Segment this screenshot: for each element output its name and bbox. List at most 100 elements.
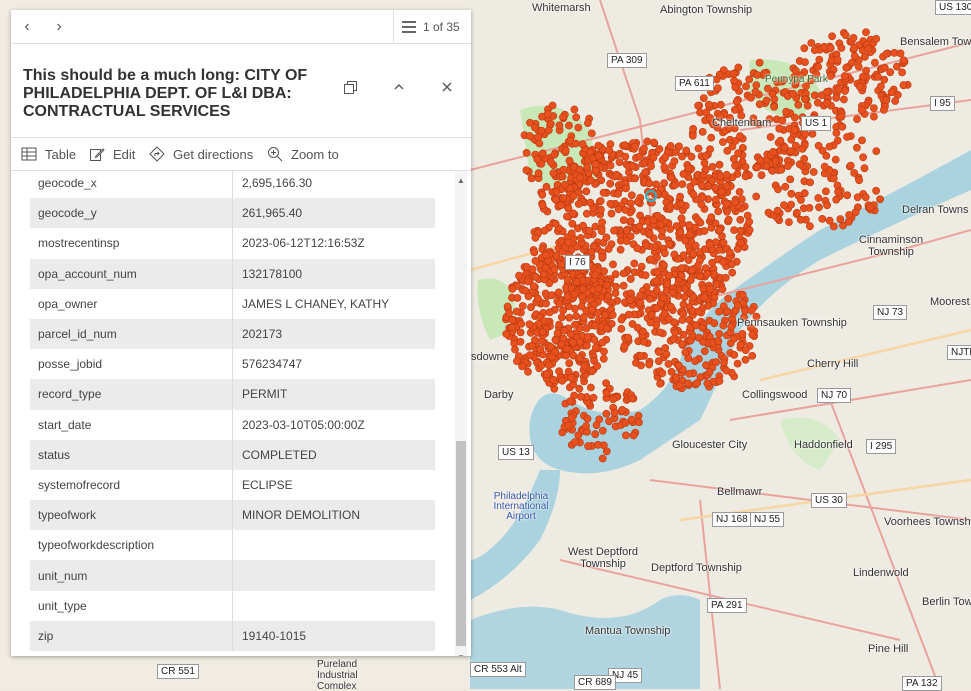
map-point[interactable] [660, 163, 669, 171]
map-point[interactable] [730, 350, 739, 359]
map-point[interactable] [729, 69, 738, 78]
map-point[interactable] [686, 230, 694, 239]
map-point[interactable] [606, 199, 615, 208]
map-point[interactable] [531, 123, 539, 132]
map-point[interactable] [715, 160, 724, 169]
map-point[interactable] [545, 308, 554, 317]
map-point[interactable] [616, 245, 625, 254]
map-point[interactable] [667, 173, 675, 182]
map-point[interactable] [542, 370, 551, 379]
map-point[interactable] [631, 142, 639, 151]
map-point[interactable] [591, 160, 600, 169]
map-point[interactable] [677, 214, 686, 223]
map-point[interactable] [640, 144, 648, 153]
map-point[interactable] [694, 307, 703, 316]
map-point[interactable] [681, 236, 690, 245]
map-point[interactable] [705, 368, 714, 376]
map-point[interactable] [723, 207, 731, 216]
map-point[interactable] [589, 393, 598, 402]
map-point[interactable] [714, 207, 723, 216]
map-point[interactable] [598, 426, 607, 435]
map-point[interactable] [539, 149, 547, 158]
map-point[interactable] [685, 369, 694, 378]
map-point[interactable] [617, 324, 626, 333]
map-point[interactable] [622, 237, 631, 245]
map-point[interactable] [814, 63, 822, 71]
map-point[interactable] [770, 103, 778, 111]
map-point[interactable] [660, 261, 668, 269]
map-point[interactable] [626, 217, 635, 226]
map-point[interactable] [567, 414, 576, 422]
map-point[interactable] [806, 222, 814, 231]
map-point[interactable] [775, 124, 784, 133]
map-point[interactable] [576, 338, 584, 347]
map-point[interactable] [621, 141, 629, 149]
map-point[interactable] [706, 284, 715, 293]
map-point[interactable] [723, 146, 732, 155]
map-point[interactable] [534, 294, 542, 303]
map-point[interactable] [503, 302, 512, 311]
map-point[interactable] [645, 360, 653, 369]
map-point[interactable] [785, 218, 793, 226]
map-point[interactable] [647, 162, 655, 171]
map-point[interactable] [825, 142, 834, 151]
map-point[interactable] [846, 161, 855, 170]
map-point[interactable] [730, 76, 738, 85]
map-point[interactable] [579, 313, 588, 322]
map-point[interactable] [551, 335, 560, 344]
map-point[interactable] [736, 215, 745, 224]
map-point[interactable] [745, 226, 754, 234]
map-point[interactable] [814, 194, 823, 202]
map-point[interactable] [711, 195, 720, 204]
map-point[interactable] [776, 136, 785, 145]
map-point[interactable] [591, 321, 599, 330]
map-point[interactable] [795, 160, 804, 169]
map-point[interactable] [805, 203, 814, 212]
map-point[interactable] [837, 112, 846, 121]
map-point[interactable] [650, 138, 658, 147]
map-point[interactable] [786, 175, 795, 184]
map-point[interactable] [516, 337, 525, 346]
map-point[interactable] [789, 90, 798, 98]
map-point[interactable] [716, 172, 725, 181]
map-point[interactable] [594, 440, 602, 449]
map-point[interactable] [670, 250, 679, 259]
map-point[interactable] [679, 251, 688, 260]
map-point[interactable] [712, 358, 721, 366]
map-point[interactable] [899, 81, 908, 90]
map-point[interactable] [626, 199, 635, 208]
map-point[interactable] [579, 221, 587, 230]
map-point[interactable] [609, 260, 617, 269]
map-point[interactable] [535, 139, 544, 148]
map-point[interactable] [543, 110, 552, 119]
map-point[interactable] [574, 431, 583, 440]
map-point[interactable] [586, 176, 595, 185]
map-point[interactable] [671, 328, 680, 337]
map-point[interactable] [549, 169, 558, 178]
map-point[interactable] [652, 304, 661, 313]
map-point[interactable] [610, 226, 618, 235]
map-point[interactable] [518, 302, 527, 310]
map-point[interactable] [564, 238, 573, 247]
map-point[interactable] [565, 156, 574, 165]
map-point[interactable] [675, 142, 683, 151]
map-point[interactable] [845, 211, 853, 219]
map-point[interactable] [666, 142, 675, 150]
map-point[interactable] [571, 304, 579, 313]
map-point[interactable] [853, 143, 861, 152]
map-point[interactable] [633, 244, 642, 253]
map-point[interactable] [591, 430, 600, 439]
map-point[interactable] [747, 306, 756, 315]
map-point[interactable] [555, 367, 563, 376]
map-point[interactable] [626, 296, 635, 304]
map-point[interactable] [787, 200, 795, 209]
map-point[interactable] [793, 208, 801, 217]
map-point[interactable] [508, 284, 517, 293]
map-point[interactable] [537, 126, 546, 135]
map-point[interactable] [708, 176, 717, 185]
map-point[interactable] [572, 113, 581, 122]
map-point[interactable] [714, 337, 723, 346]
map-point[interactable] [841, 31, 850, 40]
map-point[interactable] [522, 166, 531, 174]
dock-button[interactable] [337, 73, 365, 101]
